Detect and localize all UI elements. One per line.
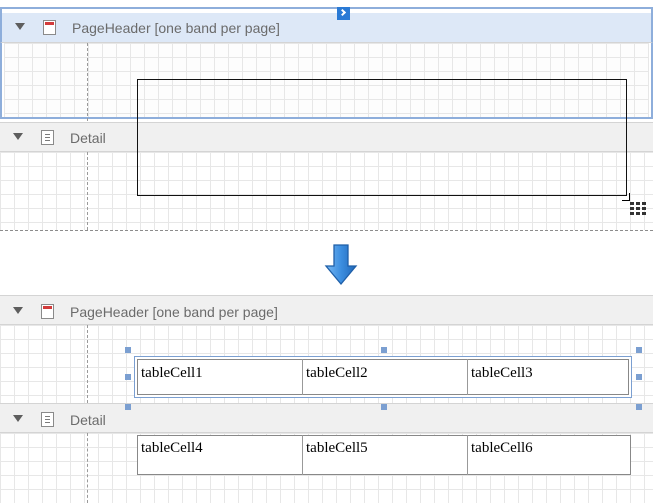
- resize-handle-bottom-left[interactable]: [125, 404, 131, 410]
- page-header-band-title: PageHeader [one band per page]: [72, 20, 280, 36]
- collapse-arrow-icon[interactable]: [13, 415, 23, 422]
- detail-band-title: Detail: [70, 130, 106, 146]
- resize-handle-bottom-center[interactable]: [381, 404, 387, 410]
- detail-table-row[interactable]: [137, 435, 631, 475]
- table-grid-icon: [629, 201, 651, 216]
- header-table-row[interactable]: [137, 359, 629, 395]
- resize-handle-middle-left[interactable]: [125, 374, 131, 380]
- collapse-arrow-icon[interactable]: [13, 307, 23, 314]
- page-header-icon: [43, 20, 56, 35]
- table-cell-4[interactable]: tableCell4: [141, 440, 203, 457]
- collapse-arrow-icon[interactable]: [13, 133, 23, 140]
- table-cell-5[interactable]: tableCell5: [306, 440, 368, 457]
- table-cell-3[interactable]: tableCell3: [471, 365, 533, 382]
- detail-icon: [41, 130, 54, 145]
- resize-handle-top-center[interactable]: [381, 347, 387, 353]
- collapse-arrow-icon[interactable]: [15, 23, 25, 30]
- detail-icon: [41, 412, 54, 427]
- left-margin-line: [87, 152, 88, 230]
- page-header-band-head[interactable]: PageHeader [one band per page]: [0, 295, 653, 325]
- resize-handle-middle-right[interactable]: [636, 374, 642, 380]
- section-divider: [0, 230, 653, 231]
- table-cell-6[interactable]: tableCell6: [471, 440, 533, 457]
- left-margin-line: [87, 325, 88, 403]
- page-header-icon: [41, 304, 54, 319]
- table-cell-1[interactable]: tableCell1: [141, 365, 203, 382]
- smart-tag-button[interactable]: [337, 7, 350, 20]
- table-draw-rectangle[interactable]: [137, 79, 627, 196]
- detail-band-title: Detail: [70, 412, 106, 428]
- resize-handle-top-left[interactable]: [125, 347, 131, 353]
- table-cell-divider: [467, 435, 468, 475]
- report-designer-before: PageHeader [one band per page] Detail: [0, 0, 653, 233]
- table-cell-divider: [467, 359, 468, 395]
- cursor-crosshair: [622, 193, 630, 201]
- report-designer-after: PageHeader [one band per page] Detail ta…: [0, 295, 653, 503]
- table-cell-divider: [302, 359, 303, 395]
- chevron-right-icon: [338, 8, 347, 17]
- resize-handle-top-right[interactable]: [636, 347, 642, 353]
- table-cell-2[interactable]: tableCell2: [306, 365, 368, 382]
- page-header-band-head[interactable]: PageHeader [one band per page]: [0, 13, 653, 43]
- table-cell-divider: [302, 435, 303, 475]
- left-margin-line: [87, 43, 88, 121]
- down-arrow-icon: [324, 244, 358, 286]
- resize-handle-bottom-right[interactable]: [636, 404, 642, 410]
- page-header-band-title: PageHeader [one band per page]: [70, 304, 278, 320]
- left-margin-line: [87, 433, 88, 503]
- detail-band-head[interactable]: Detail: [0, 403, 653, 433]
